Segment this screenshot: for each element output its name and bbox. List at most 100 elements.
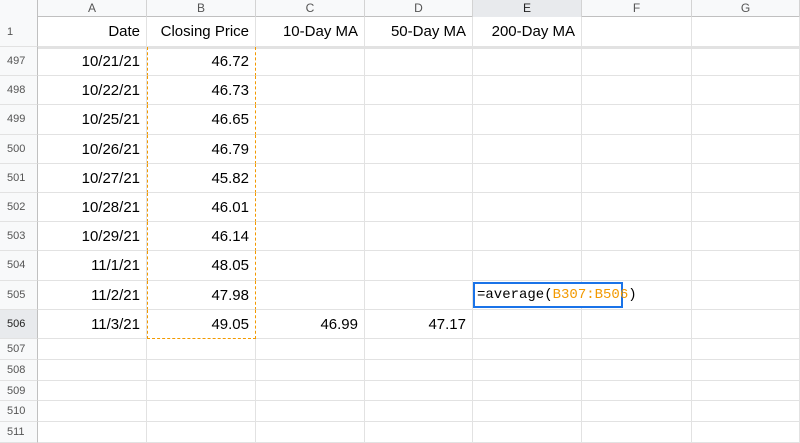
row-header[interactable]: 503	[0, 222, 38, 252]
date-cell[interactable]: 10/27/21	[38, 163, 147, 193]
empty-cell[interactable]	[692, 193, 800, 223]
empty-cell[interactable]	[692, 359, 800, 381]
empty-cell[interactable]	[38, 380, 147, 402]
ma200-cell[interactable]	[473, 309, 582, 339]
empty-cell[interactable]	[582, 47, 692, 77]
ma200-cell[interactable]	[473, 76, 582, 106]
row-header[interactable]: 501	[0, 163, 38, 193]
closing-price-cell[interactable]: 46.73	[147, 76, 256, 106]
date-cell[interactable]: 10/25/21	[38, 105, 147, 135]
row-header[interactable]: 502	[0, 193, 38, 223]
closing-price-cell[interactable]: 49.05	[147, 309, 256, 339]
closing-price-cell[interactable]: 48.05	[147, 251, 256, 281]
empty-cell[interactable]	[692, 251, 800, 281]
empty-cell[interactable]	[473, 359, 582, 381]
ma10-cell[interactable]	[256, 163, 365, 193]
column-header-a[interactable]: A	[38, 0, 147, 17]
empty-cell[interactable]	[582, 222, 692, 252]
empty-cell[interactable]	[38, 359, 147, 381]
ma10-cell[interactable]: 46.99	[256, 309, 365, 339]
ma10-cell[interactable]	[256, 47, 365, 77]
ma200-cell[interactable]	[473, 105, 582, 135]
empty-cell[interactable]	[473, 380, 582, 402]
empty-cell[interactable]	[582, 251, 692, 281]
active-cell-editor[interactable]: =average(B307:B506)	[473, 282, 637, 308]
row-header[interactable]: 509	[0, 380, 38, 402]
empty-cell[interactable]	[147, 359, 256, 381]
date-cell[interactable]: 11/1/21	[38, 251, 147, 281]
ma50-cell[interactable]	[365, 251, 473, 281]
ma50-cell[interactable]	[365, 76, 473, 106]
empty-cell[interactable]	[256, 359, 365, 381]
ma10-cell[interactable]	[256, 76, 365, 106]
ma50-cell[interactable]	[365, 280, 473, 310]
empty-cell[interactable]	[582, 422, 692, 443]
closing-price-cell[interactable]: 46.65	[147, 105, 256, 135]
empty-cell[interactable]	[365, 401, 473, 423]
empty-cell[interactable]	[256, 401, 365, 423]
ma10-cell[interactable]	[256, 280, 365, 310]
empty-cell[interactable]	[582, 309, 692, 339]
ma50-cell[interactable]	[365, 105, 473, 135]
ma200-cell[interactable]	[473, 251, 582, 281]
row-header[interactable]: 504	[0, 251, 38, 281]
ma10-cell[interactable]	[256, 251, 365, 281]
empty-cell[interactable]	[692, 280, 800, 310]
header-cell-50-day-ma[interactable]: 50-Day MA	[365, 17, 473, 47]
ma50-cell[interactable]	[365, 134, 473, 164]
row-header[interactable]: 499	[0, 105, 38, 135]
empty-cell[interactable]	[147, 339, 256, 360]
ma10-cell[interactable]	[256, 134, 365, 164]
empty-cell[interactable]	[582, 76, 692, 106]
row-header[interactable]: 1	[0, 17, 38, 47]
empty-cell[interactable]	[147, 401, 256, 423]
empty-cell[interactable]	[582, 163, 692, 193]
empty-cell[interactable]	[582, 193, 692, 223]
empty-cell[interactable]	[692, 309, 800, 339]
ma50-cell[interactable]	[365, 222, 473, 252]
empty-cell[interactable]	[692, 47, 800, 77]
empty-cell[interactable]	[692, 76, 800, 106]
closing-price-cell[interactable]: 47.98	[147, 280, 256, 310]
column-header-c[interactable]: C	[256, 0, 365, 17]
empty-cell[interactable]	[473, 422, 582, 443]
date-cell[interactable]: 10/28/21	[38, 193, 147, 223]
empty-cell[interactable]	[38, 401, 147, 423]
header-cell-g[interactable]	[692, 17, 800, 47]
closing-price-cell[interactable]: 46.01	[147, 193, 256, 223]
date-cell[interactable]: 11/3/21	[38, 309, 147, 339]
ma200-cell[interactable]	[473, 134, 582, 164]
closing-price-cell[interactable]: 46.14	[147, 222, 256, 252]
header-cell-closing-price[interactable]: Closing Price	[147, 17, 256, 47]
empty-cell[interactable]	[692, 380, 800, 402]
empty-cell[interactable]	[582, 401, 692, 423]
empty-cell[interactable]	[582, 134, 692, 164]
ma50-cell[interactable]: 47.17	[365, 309, 473, 339]
ma50-cell[interactable]	[365, 163, 473, 193]
column-header-b[interactable]: B	[147, 0, 256, 17]
empty-cell[interactable]	[473, 401, 582, 423]
column-header-g[interactable]: G	[692, 0, 800, 17]
ma10-cell[interactable]	[256, 105, 365, 135]
empty-cell[interactable]	[256, 339, 365, 360]
header-cell-date[interactable]: Date	[38, 17, 147, 47]
row-header[interactable]: 505	[0, 280, 38, 310]
column-header-f[interactable]: F	[582, 0, 692, 17]
ma200-cell[interactable]	[473, 193, 582, 223]
empty-cell[interactable]	[582, 359, 692, 381]
ma200-cell[interactable]	[473, 47, 582, 77]
empty-cell[interactable]	[582, 380, 692, 402]
empty-cell[interactable]	[692, 163, 800, 193]
row-header[interactable]: 508	[0, 359, 38, 381]
row-header[interactable]: 497	[0, 47, 38, 77]
empty-cell[interactable]	[365, 359, 473, 381]
empty-cell[interactable]	[38, 422, 147, 443]
ma200-cell[interactable]	[473, 163, 582, 193]
row-header[interactable]: 506	[0, 309, 38, 339]
header-cell-f[interactable]	[582, 17, 692, 47]
empty-cell[interactable]	[582, 339, 692, 360]
empty-cell[interactable]	[692, 134, 800, 164]
ma50-cell[interactable]	[365, 193, 473, 223]
empty-cell[interactable]	[473, 339, 582, 360]
ma10-cell[interactable]	[256, 222, 365, 252]
